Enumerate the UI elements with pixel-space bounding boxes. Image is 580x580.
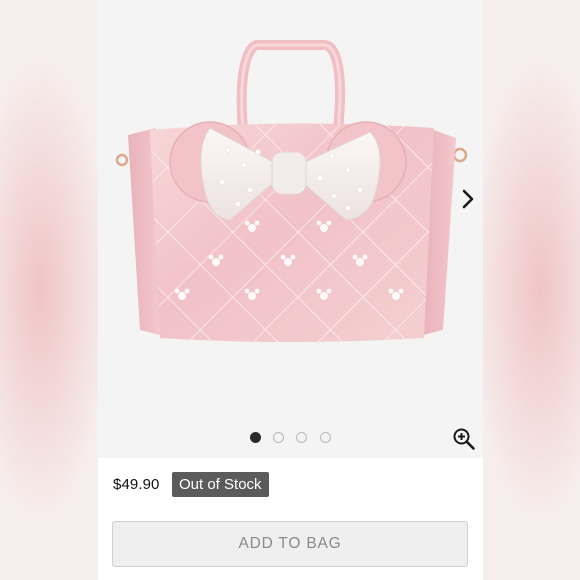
zoom-in-icon[interactable] xyxy=(452,427,476,451)
gallery-dot-2[interactable] xyxy=(273,432,284,443)
gallery-dot-4[interactable] xyxy=(320,432,331,443)
gallery-pagination xyxy=(98,432,483,444)
gallery-dot-3[interactable] xyxy=(296,432,307,443)
chevron-right-icon[interactable] xyxy=(458,186,478,212)
product-card: $49.90 Out of Stock ADD TO BAG xyxy=(98,0,483,580)
product-image xyxy=(115,40,468,342)
add-to-bag-button[interactable]: ADD TO BAG xyxy=(112,521,468,567)
image-gallery[interactable] xyxy=(98,0,483,458)
stock-status-badge: Out of Stock xyxy=(172,472,269,497)
gallery-dot-1[interactable] xyxy=(250,432,261,443)
product-price: $49.90 xyxy=(113,476,160,493)
